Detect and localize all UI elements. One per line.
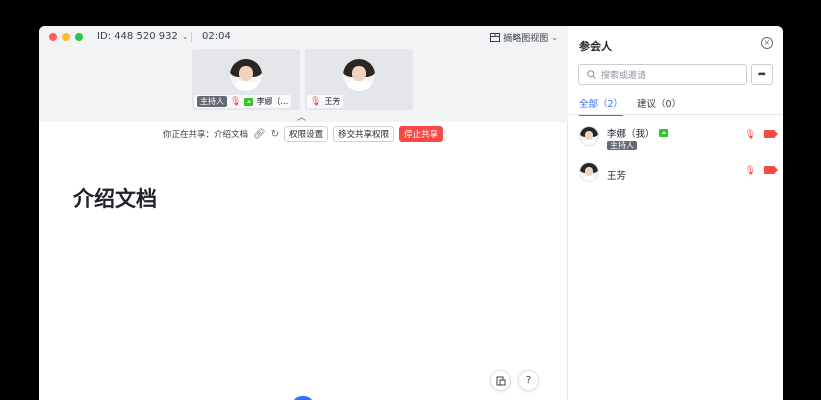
mic-off-icon: 🎙︎ <box>230 96 242 107</box>
view-switch-button[interactable]: 摘略图视图 ⌄ <box>490 31 558 44</box>
participant-controls: 🎙︎ <box>745 166 778 176</box>
meeting-topbar: ID: 448 520 932 ⌄ 02:04 摘略图视图 ⌄ 主持人 🎙︎ 李… <box>39 26 568 123</box>
video-tile-lina[interactable]: 主持人 🎙︎ 李娜（… <box>192 49 300 110</box>
panel-title: 参会人 <box>579 40 612 53</box>
help-button[interactable]: ? <box>518 370 539 391</box>
document-title: 介绍文档 <box>73 187 157 211</box>
share-invite-button[interactable]: ➦ <box>751 64 773 85</box>
close-icon[interactable]: × <box>761 37 773 49</box>
avatar <box>579 126 599 146</box>
participant-name: 王芳 <box>607 171 627 182</box>
refresh-icon[interactable]: ↻ <box>271 129 279 140</box>
stop-sharing-button[interactable]: 停止共享 <box>399 126 444 142</box>
collapse-tiles-icon[interactable]: ︿ <box>297 110 306 123</box>
search-icon <box>587 70 596 79</box>
participants-panel: 参会人 × 搜索或邀请 ➦ 全部（2） 建议（0） 李娜（我） 主持人 🎙︎ 王… <box>569 26 783 400</box>
tab-suggested[interactable]: 建议（0） <box>637 96 681 116</box>
chevron-down-icon: ⌄ <box>551 33 558 42</box>
host-badge: 主持人 <box>197 96 227 107</box>
tile-name: 王芳 <box>324 97 341 106</box>
divider <box>569 114 783 115</box>
link-icon[interactable]: 🔗︎ <box>253 129 266 140</box>
meeting-timer: 02:04 <box>202 31 231 42</box>
participant-badge-row: 主持人 <box>607 140 637 151</box>
grid-view-icon <box>490 33 501 42</box>
divider <box>191 32 192 42</box>
host-badge: 主持人 <box>607 141 637 150</box>
share-arrow-icon: ➦ <box>757 69 767 80</box>
floating-action-button[interactable] <box>292 396 314 400</box>
tile-name-tag: 主持人 🎙︎ 李娜（… <box>194 95 292 108</box>
avatar <box>229 58 263 92</box>
share-toolbar: 你正在共享：介绍文档 🔗︎ ↻ 权限设置 移交共享权限 停止共享 <box>39 123 568 145</box>
participant-name-row: 王芳 <box>607 168 626 182</box>
transfer-share-permission-button[interactable]: 移交共享权限 <box>333 126 395 142</box>
list-item[interactable]: 王芳 🎙︎ <box>579 160 778 190</box>
camera-off-icon[interactable] <box>764 130 778 138</box>
view-switch-label: 摘略图视图 <box>503 34 549 44</box>
camera-off-icon[interactable] <box>764 166 778 174</box>
chevron-down-icon: ⌄ <box>181 32 189 41</box>
tile-name-tag: 🎙︎ 王芳 <box>307 95 344 108</box>
participant-controls: 🎙︎ <box>745 130 778 140</box>
screen-share-icon <box>658 129 668 137</box>
meeting-id[interactable]: ID: 448 520 932 ⌄ <box>97 31 189 42</box>
tile-name: 李娜（… <box>256 97 289 106</box>
mic-off-icon: 🎙︎ <box>310 96 322 107</box>
permission-settings-button[interactable]: 权限设置 <box>284 126 329 142</box>
avatar <box>342 58 376 92</box>
document-outline-button[interactable] <box>490 370 511 391</box>
meeting-id-text: ID: 448 520 932 <box>97 31 178 42</box>
share-status-text: 你正在共享：介绍文档 <box>163 130 249 140</box>
mic-off-icon[interactable]: 🎙︎ <box>745 130 756 140</box>
participant-tabs: 全部（2） 建议（0） <box>579 96 681 116</box>
avatar <box>579 162 599 182</box>
close-window-button[interactable] <box>49 33 57 41</box>
tab-all[interactable]: 全部（2） <box>579 96 624 116</box>
participant-name: 李娜（我） <box>607 129 655 140</box>
minimize-window-button[interactable] <box>62 33 70 41</box>
meeting-main-area: ID: 448 520 932 ⌄ 02:04 摘略图视图 ⌄ 主持人 🎙︎ 李… <box>39 26 568 400</box>
document-icon <box>496 376 505 385</box>
participant-name-row: 李娜（我） <box>607 126 668 140</box>
search-input[interactable]: 搜索或邀请 <box>578 64 747 85</box>
screen-share-icon <box>244 97 254 106</box>
search-placeholder: 搜索或邀请 <box>601 71 647 81</box>
maximize-window-button[interactable] <box>75 33 83 41</box>
meeting-window: ID: 448 520 932 ⌄ 02:04 摘略图视图 ⌄ 主持人 🎙︎ 李… <box>39 26 783 400</box>
list-item[interactable]: 李娜（我） 主持人 🎙︎ <box>579 124 778 154</box>
help-icon: ? <box>525 375 532 386</box>
mic-off-icon[interactable]: 🎙︎ <box>745 166 756 176</box>
video-tile-wangfang[interactable]: 🎙︎ 王芳 <box>305 49 413 110</box>
